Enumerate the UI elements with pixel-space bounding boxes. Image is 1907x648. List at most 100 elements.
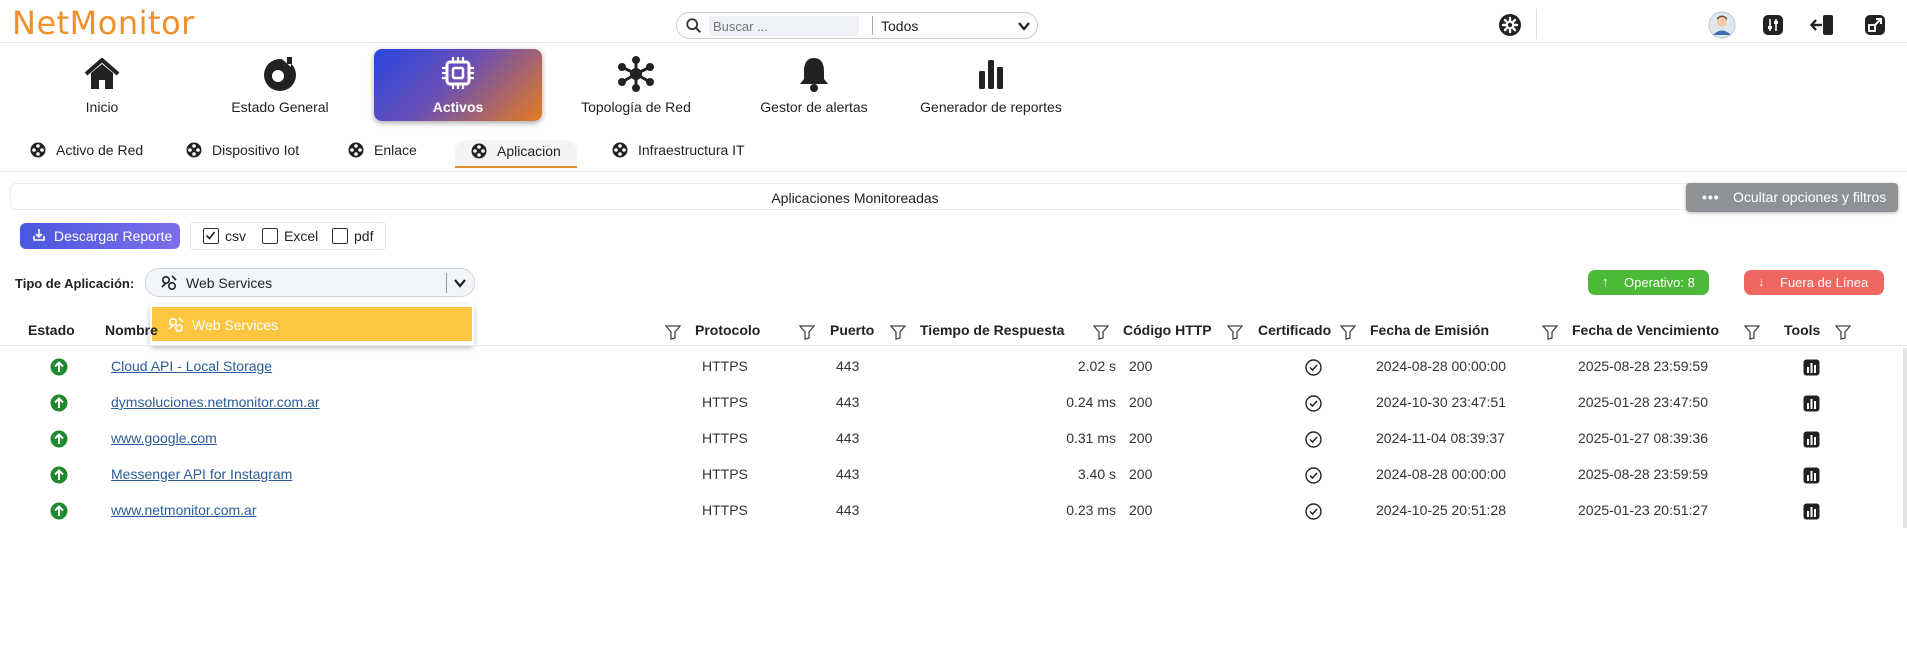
table-row[interactable]: Messenger API for Instagram HTTPS 443 3.… [0, 456, 1907, 492]
puerto-cell: 443 [836, 502, 860, 518]
emision-cell: 2024-10-25 20:51:28 [1376, 502, 1506, 518]
format-excel[interactable]: Excel [262, 228, 318, 244]
report-chart-icon[interactable] [1803, 395, 1820, 412]
filter-icon[interactable] [1744, 325, 1760, 340]
reel-icon [471, 143, 487, 159]
avatar[interactable] [1708, 11, 1736, 39]
column-header-fecha-de-vencimiento[interactable]: Fecha de Vencimiento [1572, 322, 1719, 338]
format-pdf[interactable]: pdf [332, 228, 373, 244]
column-header-codigo-http[interactable]: Código HTTP [1123, 322, 1212, 338]
column-header-protocolo[interactable]: Protocolo [695, 322, 760, 338]
app-type-label: Tipo de Aplicación: [15, 276, 135, 291]
tab-enlace[interactable]: Enlace [348, 142, 417, 166]
app-name-link[interactable]: dymsoluciones.netmonitor.com.ar [111, 394, 320, 410]
fuera-de-linea-badge[interactable]: ↓ Fuera de Línea [1744, 270, 1884, 295]
column-header-certificado[interactable]: Certificado [1258, 322, 1331, 338]
certificate-check-icon [1305, 431, 1322, 448]
app-type-select[interactable]: Web Services [145, 268, 475, 297]
status-up-icon [50, 466, 68, 484]
format-label: Excel [284, 228, 319, 244]
vencimiento-cell: 2025-01-23 20:51:27 [1578, 502, 1708, 518]
logo[interactable]: NetMonitor [12, 4, 195, 42]
app-name-link[interactable]: Messenger API for Instagram [111, 466, 292, 482]
chevron-down-icon[interactable] [1017, 19, 1031, 33]
nav-item-inicio[interactable]: Inicio [48, 49, 156, 121]
app-name-link[interactable]: www.netmonitor.com.ar [111, 502, 257, 518]
search-icon[interactable] [685, 17, 703, 35]
app-name-link[interactable]: Cloud API - Local Storage [111, 358, 272, 374]
filter-icon[interactable] [665, 325, 681, 340]
logout-icon[interactable] [1810, 13, 1836, 37]
table-row[interactable]: www.netmonitor.com.ar HTTPS 443 0.23 ms … [0, 492, 1907, 528]
format-label: csv [225, 228, 246, 244]
filter-icon[interactable] [1340, 325, 1356, 340]
filter-icon[interactable] [1227, 325, 1243, 340]
gauge-icon [264, 57, 296, 91]
hide-options-button[interactable]: ••• Ocultar opciones y filtros [1686, 183, 1898, 212]
app-name-link[interactable]: www.google.com [111, 430, 217, 446]
download-report-button[interactable]: Descargar Reporte [20, 223, 180, 249]
tiempo-cell: 3.40 s [1077, 466, 1116, 482]
filter-icon[interactable] [1835, 325, 1851, 340]
table-row[interactable]: www.google.com HTTPS 443 0.31 ms 200 202… [0, 420, 1907, 456]
column-header-tiempo-de-respuesta[interactable]: Tiempo de Respuesta [920, 322, 1064, 338]
reel-icon [186, 142, 202, 158]
table-row[interactable]: dymsoluciones.netmonitor.com.ar HTTPS 44… [0, 384, 1907, 420]
operativo-label: Operativo: 8 [1624, 275, 1695, 290]
chevron-down-icon[interactable] [453, 276, 467, 290]
report-chart-icon[interactable] [1803, 503, 1820, 520]
nav-item-activos[interactable]: Activos [374, 49, 542, 121]
tab-activo-de-red[interactable]: Activo de Red [30, 142, 143, 166]
column-header-tools[interactable]: Tools [1784, 322, 1820, 338]
report-chart-icon[interactable] [1803, 467, 1820, 484]
certificate-check-icon [1305, 467, 1322, 484]
filter-icon[interactable] [1093, 325, 1109, 340]
expand-icon[interactable] [1864, 14, 1886, 36]
nav-item-estado-general[interactable]: Estado General [226, 49, 334, 121]
column-header-estado[interactable]: Estado [28, 322, 75, 338]
gear-icon[interactable] [1498, 13, 1522, 37]
column-header-nombre[interactable]: Nombre [105, 322, 158, 338]
tiempo-cell: 0.24 ms [1066, 394, 1116, 410]
tiempo-cell: 0.23 ms [1066, 502, 1116, 518]
fuera-de-linea-label: Fuera de Línea [1780, 275, 1869, 290]
column-header-fecha-de-emision[interactable]: Fecha de Emisión [1370, 322, 1489, 338]
sliders-icon[interactable] [1762, 14, 1784, 36]
excel-checkbox[interactable] [262, 228, 278, 244]
nav-label: Estado General [231, 99, 329, 115]
arrow-up-icon: ↑ [1602, 274, 1609, 289]
search-input[interactable] [709, 16, 859, 36]
nav-label: Inicio [85, 99, 119, 115]
puerto-cell: 443 [836, 394, 860, 410]
operativo-badge[interactable]: ↑ Operativo: 8 [1588, 270, 1709, 295]
tab-label: Aplicacion [497, 143, 561, 159]
nav-item-generador-de-reportes[interactable]: Generador de reportes [914, 49, 1068, 121]
emision-cell: 2024-11-04 08:39:37 [1376, 430, 1505, 446]
tab-label: Activo de Red [56, 142, 144, 158]
tab-dispositivo-iot[interactable]: Dispositivo Iot [186, 142, 299, 166]
filter-icon[interactable] [799, 325, 815, 340]
format-csv[interactable]: csv [203, 228, 246, 244]
nav-label: Generador de reportes [920, 99, 1062, 115]
report-chart-icon[interactable] [1803, 359, 1820, 376]
protocolo-cell: HTTPS [702, 430, 748, 446]
nav-label: Gestor de alertas [760, 99, 868, 115]
csv-checkbox[interactable] [203, 228, 219, 244]
filter-icon[interactable] [890, 325, 906, 340]
column-header-puerto[interactable]: Puerto [830, 322, 874, 338]
filter-icon[interactable] [1542, 325, 1558, 340]
codigo-cell: 200 [1129, 430, 1153, 446]
nav-item-topologia-de-red[interactable]: Topología de Red [572, 49, 700, 121]
protocolo-cell: HTTPS [702, 466, 748, 482]
tab-aplicacion[interactable]: Aplicacion [455, 140, 577, 168]
search-scope-select[interactable]: Todos [881, 18, 918, 34]
vertical-scrollbar[interactable] [1903, 348, 1907, 528]
tiempo-cell: 2.02 s [1077, 358, 1116, 374]
nav-item-gestor-de-alertas[interactable]: Gestor de alertas [754, 49, 874, 121]
report-chart-icon[interactable] [1803, 431, 1820, 448]
pdf-checkbox[interactable] [332, 228, 348, 244]
puerto-cell: 443 [836, 430, 860, 446]
table-row[interactable]: Cloud API - Local Storage HTTPS 443 2.02… [0, 348, 1907, 384]
nav-label: Topología de Red [581, 99, 691, 115]
tab-infraestructura-it[interactable]: Infraestructura IT [612, 142, 745, 166]
